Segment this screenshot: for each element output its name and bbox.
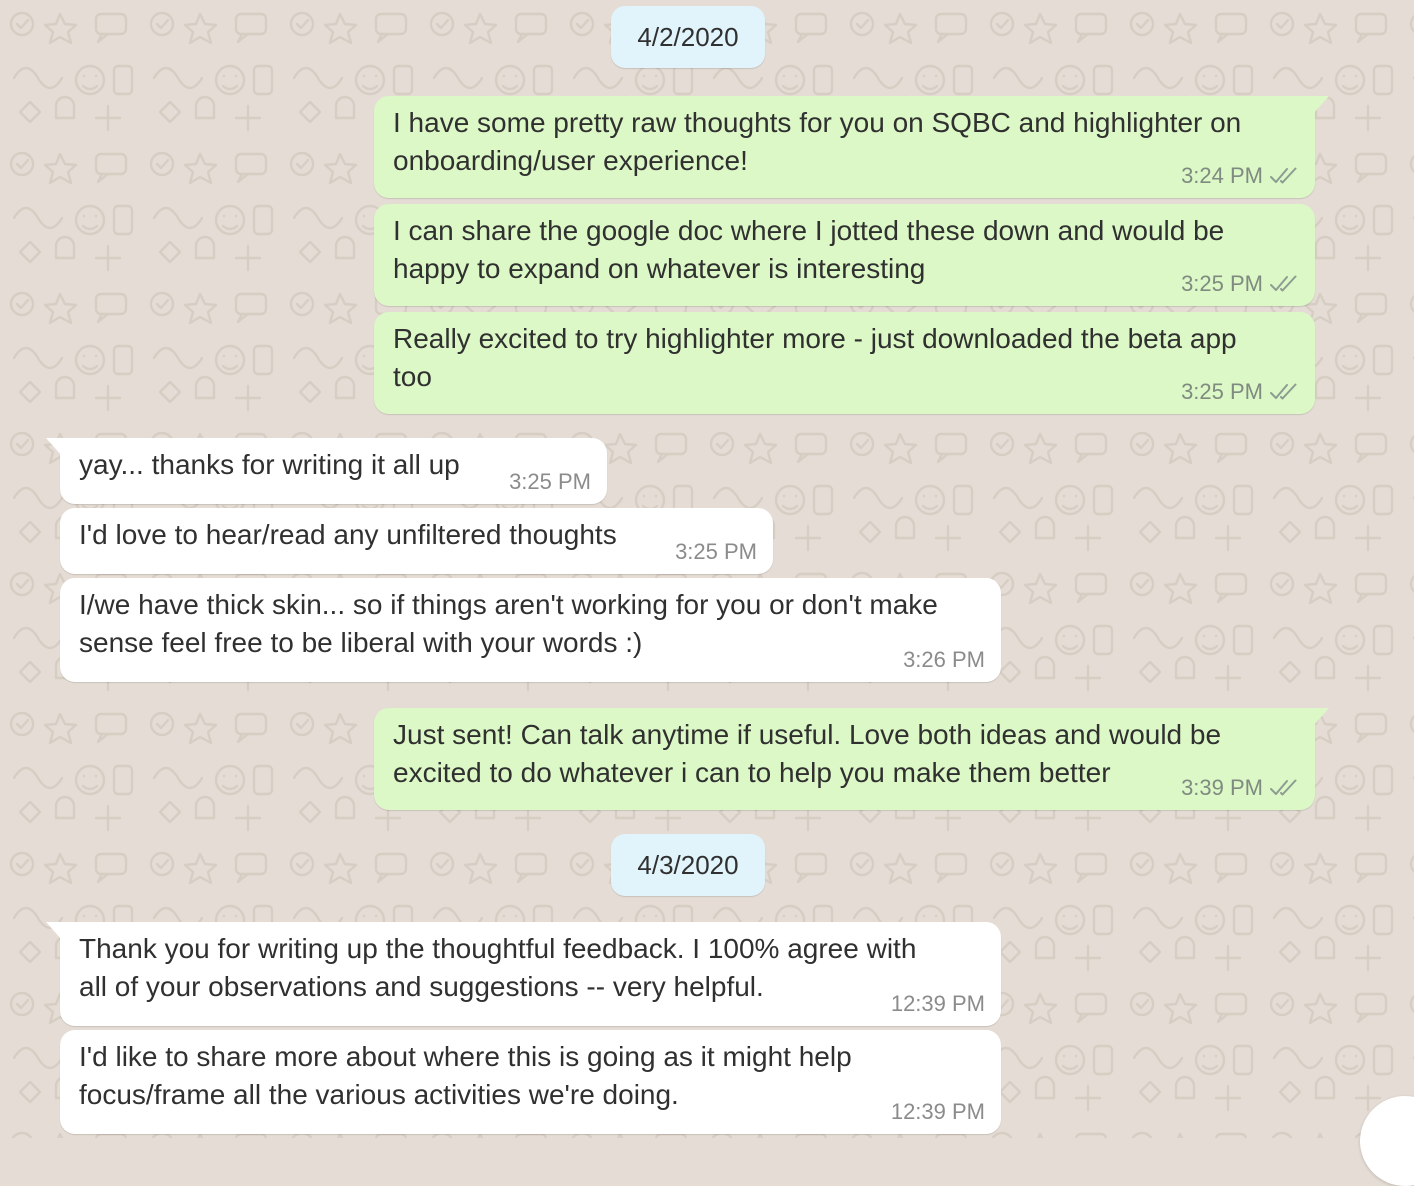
date-separator: 4/2/2020 <box>611 6 765 68</box>
outgoing-message[interactable]: I have some pretty raw thoughts for you … <box>374 96 1329 198</box>
message-text: Thank you for writing up the thoughtful … <box>79 933 917 1002</box>
message-timestamp: 3:24 PM <box>1181 163 1263 188</box>
incoming-message[interactable]: I'd love to hear/read any unfiltered tho… <box>60 508 773 574</box>
outgoing-message[interactable]: I can share the google doc where I jotte… <box>374 204 1315 306</box>
message-timestamp: 3:25 PM <box>509 469 591 494</box>
date-separator: 4/3/2020 <box>611 834 765 896</box>
message-meta: 12:39 PM <box>891 991 985 1017</box>
message-timestamp: 12:39 PM <box>890 991 985 1016</box>
incoming-message[interactable]: I'd like to share more about where this … <box>60 1030 1001 1134</box>
message-timestamp: 3:25 PM <box>1181 379 1263 404</box>
outgoing-message[interactable]: Just sent! Can talk anytime if useful. L… <box>374 708 1329 810</box>
message-timestamp: 3:25 PM <box>675 539 757 564</box>
message-text: Just sent! Can talk anytime if useful. L… <box>393 719 1222 788</box>
message-text: I/we have thick skin... so if things are… <box>79 589 938 658</box>
message-meta: 3:25 PM <box>1181 271 1299 297</box>
message-meta: 3:25 PM <box>509 469 591 495</box>
message-meta: 3:25 PM <box>675 539 757 565</box>
incoming-message[interactable]: yay... thanks for writing it all up 3:25… <box>46 438 607 504</box>
message-timestamp: 12:39 PM <box>890 1099 985 1124</box>
double-check-icon <box>1269 166 1299 186</box>
message-text: Really excited to try highlighter more -… <box>393 323 1237 392</box>
incoming-message[interactable]: I/we have thick skin... so if things are… <box>60 578 1001 682</box>
message-timestamp: 3:26 PM <box>903 647 985 672</box>
outgoing-message[interactable]: Really excited to try highlighter more -… <box>374 312 1315 414</box>
double-check-icon <box>1269 382 1299 402</box>
double-check-icon <box>1269 778 1299 798</box>
message-text: I'd love to hear/read any unfiltered tho… <box>79 519 617 550</box>
message-meta: 3:26 PM <box>903 647 985 673</box>
message-text: I'd like to share more about where this … <box>79 1041 852 1110</box>
incoming-message[interactable]: Thank you for writing up the thoughtful … <box>46 922 1001 1026</box>
message-timestamp: 3:25 PM <box>1181 271 1263 296</box>
message-text: I have some pretty raw thoughts for you … <box>393 107 1242 176</box>
message-text: I can share the google doc where I jotte… <box>393 215 1225 284</box>
double-check-icon <box>1269 274 1299 294</box>
message-meta: 12:39 PM <box>891 1099 985 1125</box>
message-timestamp: 3:39 PM <box>1181 775 1263 800</box>
message-meta: 3:39 PM <box>1181 775 1299 801</box>
message-meta: 3:24 PM <box>1181 163 1299 189</box>
message-meta: 3:25 PM <box>1181 379 1299 405</box>
